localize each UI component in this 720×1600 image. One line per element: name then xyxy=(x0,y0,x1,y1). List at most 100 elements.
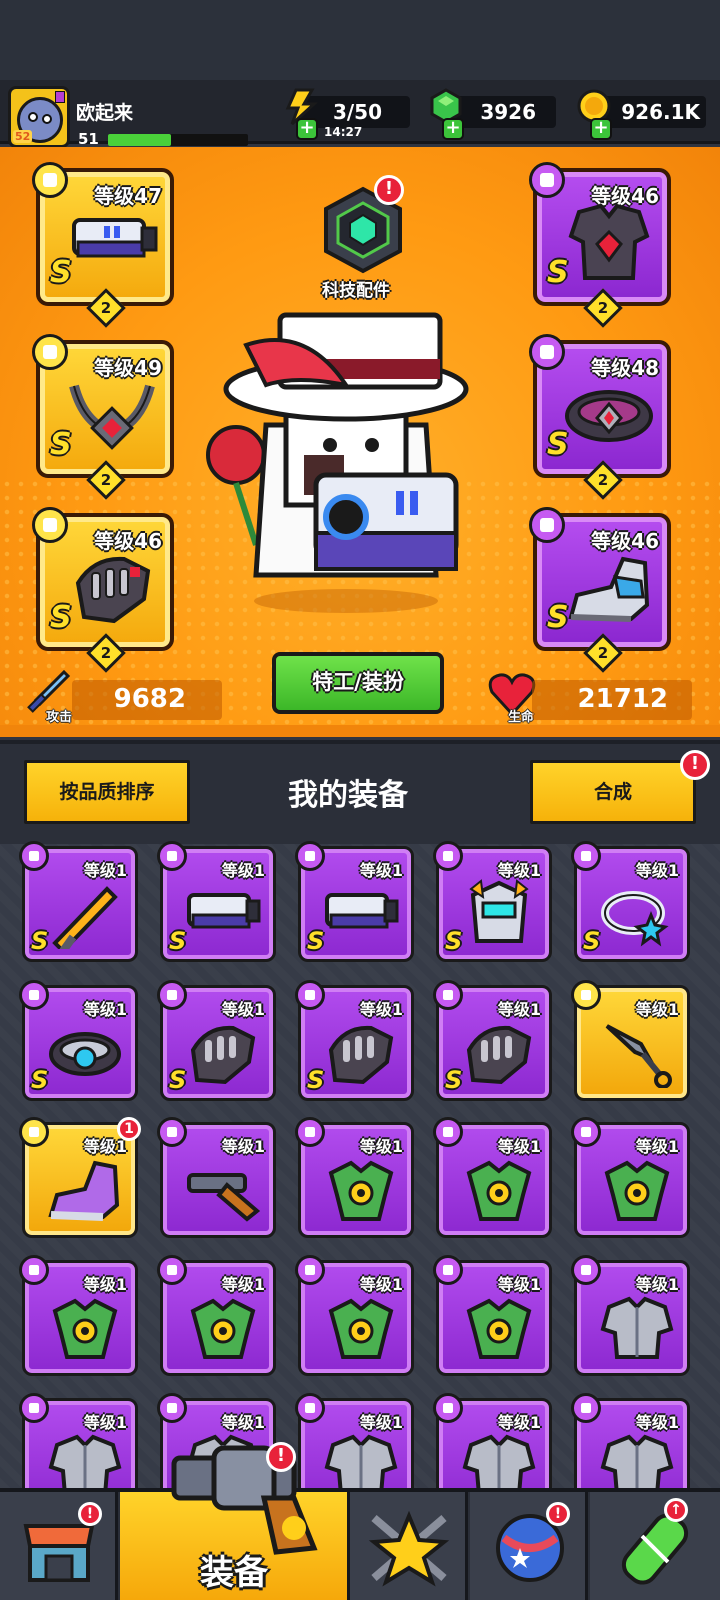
shotgun-icon xyxy=(187,1173,261,1222)
item-level: 等级1 xyxy=(221,861,265,880)
inventory-item[interactable]: 等级1 xyxy=(157,1117,276,1238)
armor-icon xyxy=(568,203,650,280)
item-level: 等级1 xyxy=(83,1413,127,1432)
player-name: 欧起来 xyxy=(76,102,134,124)
add-gems-button[interactable]: + xyxy=(442,118,464,140)
gauntlet-icon xyxy=(190,1025,256,1085)
inventory-item[interactable]: 等级1 S xyxy=(433,980,552,1101)
necklace-category-icon xyxy=(32,334,68,370)
equip-slot-necklace[interactable]: 等级49 S 2 xyxy=(32,334,174,500)
inventory-item[interactable]: 等级1 S xyxy=(295,980,414,1101)
player-level: 51 xyxy=(78,130,99,148)
item-category-icon xyxy=(571,1117,601,1147)
rank-badge: S xyxy=(445,1066,463,1094)
inventory-item[interactable]: 等级1 xyxy=(571,1255,690,1376)
inventory-item[interactable]: 等级1 S xyxy=(157,980,276,1101)
add-energy-button[interactable]: + xyxy=(296,118,318,140)
rank-badge: S xyxy=(50,600,72,635)
inventory-item[interactable]: 等级1 S xyxy=(19,980,138,1101)
dna-upgrade-badge: ↑ xyxy=(664,1498,688,1522)
equip-slot-shoes[interactable]: 等级46 S 2 xyxy=(529,507,671,673)
energy-value: 3/50 xyxy=(332,100,382,124)
player-avatar[interactable]: 52 xyxy=(8,86,70,148)
inventory-item[interactable]: 等级1 S xyxy=(19,841,138,962)
xp-bar-fill xyxy=(108,134,171,146)
chain-necklace-icon xyxy=(69,384,155,450)
equip-slot-weapon[interactable]: 等级47 S 2 xyxy=(32,162,174,328)
inventory-item[interactable]: 等级1 xyxy=(19,1255,138,1376)
avatar-badge-icon xyxy=(55,91,65,103)
inventory-item[interactable]: 等级1 S xyxy=(295,841,414,962)
inventory-item[interactable]: 等级1 xyxy=(571,980,690,1101)
item-alert-badge: 1 xyxy=(117,1117,141,1141)
equipment-alert-badge: ! xyxy=(266,1442,296,1472)
steel-armor-icon xyxy=(600,1296,674,1359)
item-level: 等级1 xyxy=(221,1137,265,1156)
item-category-icon xyxy=(19,841,49,871)
equip-slot-armor[interactable]: 等级46 S 2 xyxy=(529,162,671,328)
item-level: 等级1 xyxy=(221,1275,265,1294)
item-level: 等级1 xyxy=(497,1000,541,1019)
item-category-icon xyxy=(433,841,463,871)
add-coins-button[interactable]: + xyxy=(590,118,612,140)
merge-button[interactable]: 合成 xyxy=(530,760,696,824)
inventory-item[interactable]: 等级1 xyxy=(571,1117,690,1238)
leaf-armor-icon xyxy=(328,1160,394,1221)
inventory-item[interactable]: 等级1 xyxy=(433,1255,552,1376)
item-level: 等级1 xyxy=(635,861,679,880)
item-category-icon xyxy=(19,1117,49,1147)
rank-badge: S xyxy=(50,255,72,290)
item-category-icon xyxy=(433,980,463,1010)
inventory-item[interactable]: 等级1 xyxy=(433,1117,552,1238)
coin-value: 926.1K xyxy=(621,100,700,124)
nav-equipment-label: 装备 xyxy=(200,1553,268,1593)
attack-value: 9682 xyxy=(113,684,186,714)
nav-talents[interactable] xyxy=(350,1492,468,1600)
star-swords-icon xyxy=(368,1510,450,1587)
item-category-icon xyxy=(19,1393,49,1423)
belt-icon xyxy=(565,390,653,442)
revolver-icon xyxy=(171,1445,318,1555)
inventory-item[interactable]: 等级1 S xyxy=(433,841,552,962)
rank-badge: S xyxy=(445,927,463,955)
dna-capsule-icon xyxy=(621,1513,689,1585)
item-level: 等级1 xyxy=(83,861,127,880)
item-level: 等级1 xyxy=(635,1413,679,1432)
item-category-icon xyxy=(295,980,325,1010)
gauntlet-icon xyxy=(466,1025,532,1085)
glove-category-icon xyxy=(32,507,68,543)
rank-badge: S xyxy=(307,1066,325,1094)
gem-counter[interactable]: + 3926 xyxy=(430,88,556,140)
inventory-item[interactable]: 等级1 S xyxy=(571,841,690,962)
inventory-item[interactable]: 等级1 xyxy=(295,1255,414,1376)
avatar-level-badge: 52 xyxy=(13,130,33,143)
sneaker-icon xyxy=(48,1160,120,1221)
equip-slot-gloves[interactable]: 等级46 S 2 xyxy=(32,507,174,673)
inventory-item[interactable]: 等级1 xyxy=(295,1117,414,1238)
item-category-icon xyxy=(571,841,601,871)
item-category-icon xyxy=(157,1255,187,1285)
inventory-item[interactable]: 等级1 S xyxy=(157,841,276,962)
agent-costume-button[interactable]: 特工/装扮 xyxy=(272,652,444,714)
equip-slot-belt[interactable]: 等级48 S 2 xyxy=(529,334,671,500)
agent-character[interactable] xyxy=(196,305,496,615)
coin-counter[interactable]: + 926.1K xyxy=(577,89,706,140)
energy-counter[interactable]: + 3/50 xyxy=(285,88,410,140)
item-level: 等级1 xyxy=(497,1413,541,1432)
sort-by-quality-button[interactable]: 按品质排序 xyxy=(24,760,190,824)
leaf-armor-icon xyxy=(604,1160,670,1221)
nav-planet[interactable]: ! xyxy=(470,1492,588,1600)
kunai-icon xyxy=(605,1024,672,1088)
inventory-item[interactable]: 等级1 1 xyxy=(19,1117,141,1238)
rank-badge: S xyxy=(583,927,601,955)
rank-badge: S xyxy=(547,255,569,290)
nav-shop[interactable]: ! xyxy=(0,1492,118,1600)
tech-parts-label: 科技配件 xyxy=(322,281,390,301)
item-level: 等级1 xyxy=(83,1000,127,1019)
leaf-armor-icon xyxy=(466,1298,532,1359)
item-level: 等级1 xyxy=(359,1413,403,1432)
inventory-item[interactable]: 等级1 xyxy=(157,1255,276,1376)
item-level: 等级1 xyxy=(635,1275,679,1294)
nav-dna[interactable]: ↑ xyxy=(590,1492,720,1600)
item-category-icon xyxy=(157,1393,187,1423)
